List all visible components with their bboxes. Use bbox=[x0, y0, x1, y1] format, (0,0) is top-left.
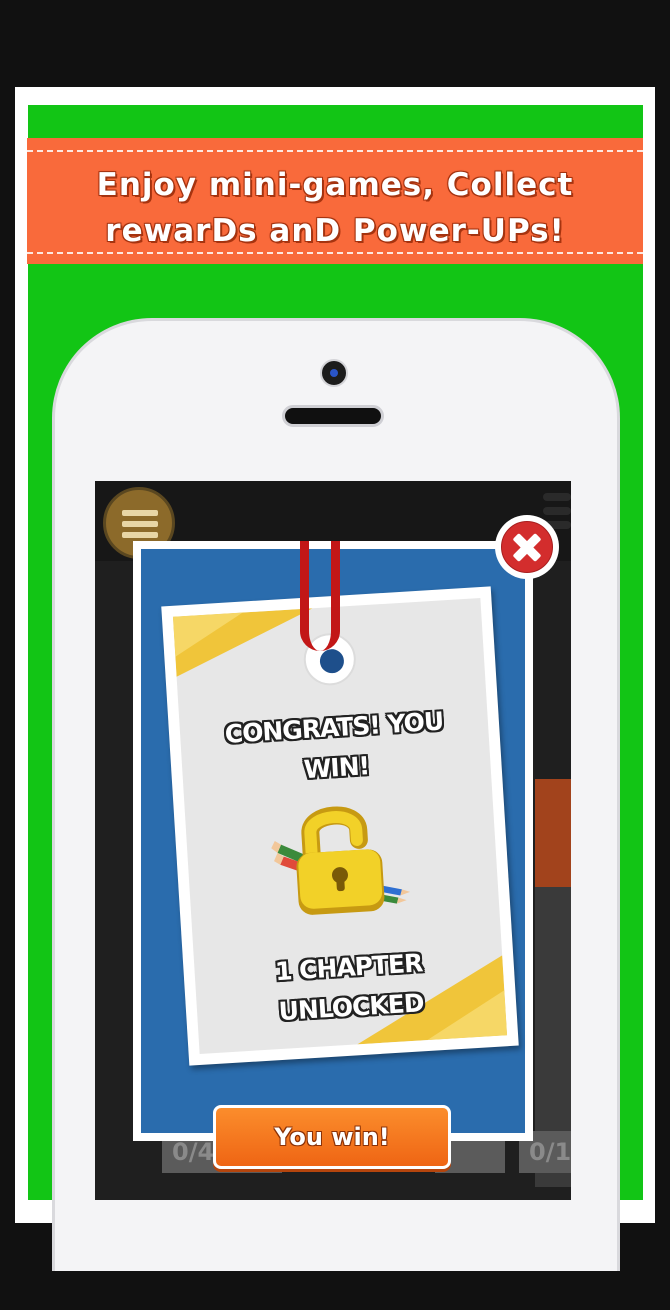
close-button[interactable] bbox=[495, 515, 559, 579]
banner-dash-bottom bbox=[27, 252, 643, 254]
menu-icon-line bbox=[122, 532, 158, 538]
menu-icon-line bbox=[122, 521, 158, 527]
menu-icon bbox=[122, 510, 158, 516]
close-icon bbox=[501, 521, 553, 573]
banner-text: Enjoy mini-games, Collect rewarDs anD Po… bbox=[27, 162, 643, 254]
banner-line-1: Enjoy mini-games, Collect bbox=[96, 167, 574, 203]
tag-card: CONGRATS! YOU WIN! 1 CHAPTER UNLOCKED bbox=[161, 586, 519, 1066]
speaker-grille bbox=[282, 405, 384, 427]
tag-ribbon bbox=[300, 541, 340, 651]
camera-icon bbox=[320, 359, 348, 387]
corner-decoration-top-left-light bbox=[172, 612, 246, 657]
banner-dash-top bbox=[27, 150, 643, 152]
padlock-open-icon bbox=[271, 806, 411, 915]
you-win-button[interactable]: You win! bbox=[213, 1105, 451, 1169]
background-orange-panel bbox=[535, 779, 571, 887]
reward-tag: CONGRATS! YOU WIN! 1 CHAPTER UNLOCKED bbox=[161, 586, 519, 1066]
you-win-label: You win! bbox=[274, 1123, 390, 1151]
promo-banner: Enjoy mini-games, Collect rewarDs anD Po… bbox=[27, 138, 643, 264]
banner-line-2: rewarDs anD Power-UPs! bbox=[105, 213, 565, 249]
